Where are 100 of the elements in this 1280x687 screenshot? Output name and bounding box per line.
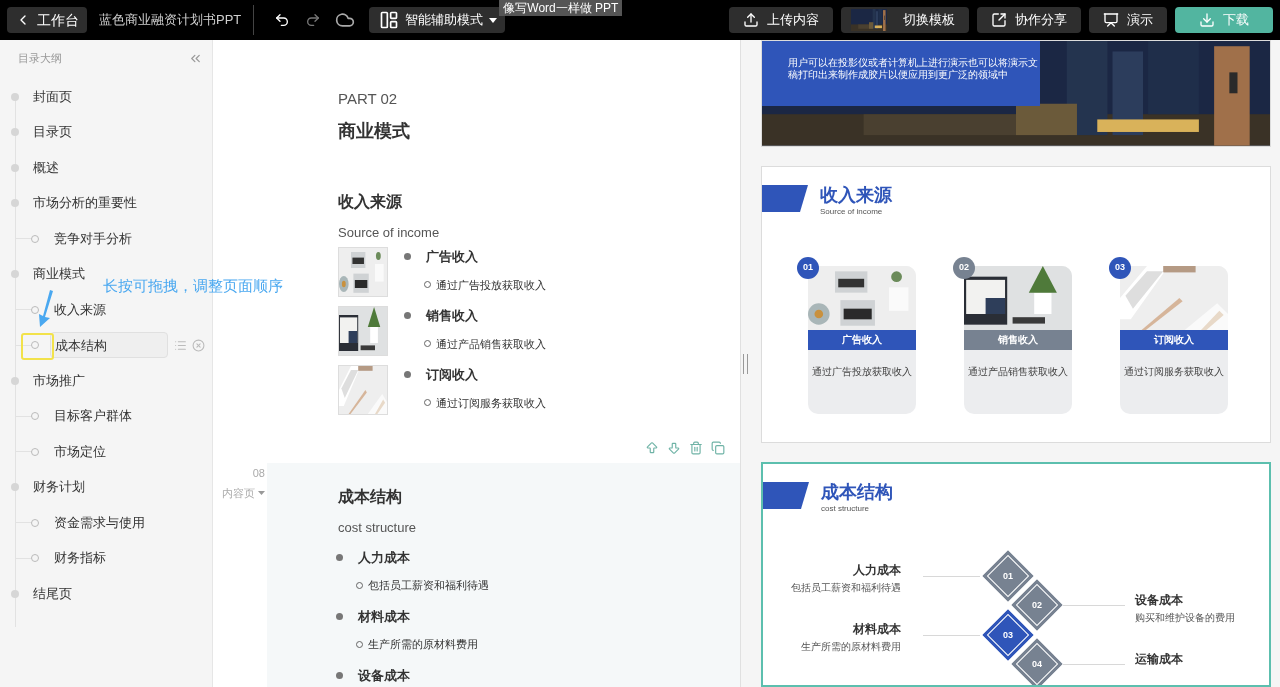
slide-subtitle: Source of income bbox=[820, 206, 884, 217]
caret-icon bbox=[489, 17, 498, 23]
diamond-number: 04 bbox=[1031, 658, 1043, 672]
tooltip: 像写Word一样做 PPT bbox=[499, 0, 623, 16]
caret-icon bbox=[258, 490, 265, 495]
bullet-title: 销售收入 bbox=[426, 307, 478, 325]
slide-subtitle: cost structure bbox=[821, 504, 870, 515]
outline-item[interactable]: 商业模式 bbox=[29, 261, 89, 288]
card-detail: 通过广告投放获取收入 bbox=[811, 364, 913, 379]
bullet-detail: 通过产品销售获取收入 bbox=[436, 336, 546, 352]
resize-handle[interactable] bbox=[743, 353, 748, 374]
title-bar-icon bbox=[762, 184, 808, 212]
bullet-icon bbox=[404, 253, 411, 261]
leader-line bbox=[1063, 605, 1125, 607]
outline-item[interactable]: 市场定位 bbox=[50, 438, 110, 465]
outline-item[interactable]: 概述 bbox=[29, 154, 63, 181]
toolbar-button[interactable]: 切换模板 bbox=[841, 7, 969, 33]
slide-title: 成本结构 bbox=[821, 481, 893, 505]
bullet-icon bbox=[404, 371, 411, 379]
leader-line bbox=[923, 635, 980, 637]
card-detail: 通过订阅服务获取收入 bbox=[1123, 364, 1225, 379]
cover-text: 用户可以在投影仪或者计算机上进行演示也可以将演示文稿打印出来制作成胶片以便应用到更广泛的领域中 bbox=[788, 57, 1038, 81]
outline-node-icon bbox=[31, 447, 39, 456]
number-badge: 02 bbox=[953, 256, 975, 279]
back-button[interactable]: 工作台 bbox=[7, 7, 87, 33]
upload-icon bbox=[743, 12, 759, 28]
outline-item[interactable]: 封面页 bbox=[29, 83, 76, 110]
slide-thumbnail[interactable]: 收入来源 Source of income 01 广告收入 通过广告投放获取收入 02 销售收入 通过产品销售获取收入 03 订阅收入 通过订阅服务获取收入 bbox=[761, 165, 1271, 444]
bullet-icon bbox=[404, 312, 411, 320]
move-down-icon[interactable] bbox=[667, 441, 681, 455]
download-icon bbox=[1199, 12, 1215, 28]
card-label: 订阅收入 bbox=[1120, 329, 1228, 350]
bullet-detail: 包括员工薪资和福利待遇 bbox=[368, 578, 489, 593]
outline-node-icon bbox=[31, 518, 39, 527]
diamond-number: 03 bbox=[1002, 629, 1014, 643]
card-detail: 通过产品销售获取收入 bbox=[967, 364, 1069, 379]
slide-thumbnail[interactable]: 成本结构 cost structure 人力成本 包括员工薪资和福利待遇 01 02 设备成本 购买和维护设备的费用 材料成本 生产所需的原材料费用 03 04 运输成本 bbox=[761, 462, 1271, 687]
outline-item[interactable]: 市场分析的重要性 bbox=[29, 190, 141, 217]
toolbar-button[interactable]: 演示 bbox=[1089, 7, 1167, 33]
cost-title: 运输成本 bbox=[1135, 652, 1183, 668]
outline-item[interactable]: 财务计划 bbox=[29, 474, 89, 501]
outdent-icon[interactable] bbox=[174, 338, 187, 352]
bullet-title: 设备成本 bbox=[358, 666, 410, 685]
number-badge: 03 bbox=[1109, 256, 1131, 279]
cost-title: 人力成本 bbox=[853, 563, 901, 579]
outline-item[interactable]: 结尾页 bbox=[29, 580, 76, 607]
number-badge: 01 bbox=[797, 256, 819, 279]
outline-item[interactable]: 财务指标 bbox=[50, 545, 110, 572]
bullet-detail: 通过订阅服务获取收入 bbox=[436, 395, 546, 411]
card-label: 广告收入 bbox=[808, 329, 916, 350]
outline-item[interactable]: 成本结构 bbox=[50, 332, 168, 359]
page-subtitle: Source of income bbox=[338, 223, 440, 242]
diamond-number: 02 bbox=[1031, 599, 1043, 613]
delete-icon[interactable] bbox=[192, 338, 205, 352]
outline-node-icon bbox=[31, 412, 39, 421]
outline-item[interactable]: 收入来源 bbox=[50, 296, 110, 323]
slide-thumbnail[interactable]: 用户可以在投影仪或者计算机上进行演示也可以将演示文稿打印出来制作成胶片以便应用到更广泛的领域中 bbox=[761, 40, 1271, 147]
bullet-title: 材料成本 bbox=[358, 607, 410, 626]
highlight-frame bbox=[21, 333, 54, 360]
undo-icon[interactable] bbox=[274, 12, 291, 28]
slide-title: 收入来源 bbox=[820, 183, 892, 207]
leader-line bbox=[1063, 664, 1125, 666]
bullet-detail: 通过广告投放获取收入 bbox=[436, 277, 546, 293]
cloud-icon[interactable] bbox=[335, 10, 356, 30]
toolbar-button[interactable]: 协作分享 bbox=[977, 7, 1081, 33]
part-label: PART 02 bbox=[338, 89, 398, 109]
diamond-number: 01 bbox=[1002, 570, 1014, 584]
share-icon bbox=[991, 12, 1007, 28]
page-subtitle: cost structure bbox=[338, 519, 417, 537]
bullet-title: 人力成本 bbox=[358, 548, 410, 567]
move-up-icon[interactable] bbox=[645, 441, 659, 455]
outline-node-icon bbox=[31, 305, 39, 314]
sidebar-heading: 目录大纲 bbox=[18, 50, 62, 66]
cost-title: 材料成本 bbox=[853, 622, 901, 638]
copy-icon[interactable] bbox=[711, 441, 725, 455]
presentation-icon bbox=[1103, 12, 1119, 28]
outline-node-icon bbox=[31, 234, 39, 243]
outline-item[interactable]: 竞争对手分析 bbox=[50, 225, 136, 252]
title-bar-icon bbox=[763, 482, 809, 510]
bullet-icon bbox=[336, 612, 343, 620]
redo-icon[interactable] bbox=[305, 12, 322, 28]
bullet-title: 广告收入 bbox=[426, 248, 478, 266]
outline-node-icon bbox=[31, 341, 39, 350]
cost-detail: 生产所需的原材料费用 bbox=[801, 640, 901, 655]
drag-hint: 长按可拖拽，调整页面顺序 bbox=[103, 276, 283, 296]
outline-item[interactable]: 资金需求与使用 bbox=[50, 509, 149, 536]
outline-item[interactable]: 市场推广 bbox=[29, 367, 89, 394]
cost-title: 设备成本 bbox=[1135, 593, 1183, 609]
bullet-detail: 生产所需的原材料费用 bbox=[368, 637, 478, 652]
toolbar-button[interactable]: 上传内容 bbox=[729, 7, 833, 33]
leader-line bbox=[923, 576, 980, 578]
bullet-icon bbox=[336, 553, 343, 561]
part-title: 商业模式 bbox=[338, 119, 410, 143]
card-label: 销售收入 bbox=[964, 329, 1072, 350]
layout-icon bbox=[379, 10, 400, 30]
trash-icon[interactable] bbox=[689, 441, 703, 455]
bullet-title: 订阅收入 bbox=[426, 366, 478, 384]
outline-item[interactable]: 目录页 bbox=[29, 119, 76, 146]
outline-item[interactable]: 目标客户群体 bbox=[50, 403, 136, 430]
document-title: 蓝色商业融资计划书PPT bbox=[99, 11, 242, 30]
